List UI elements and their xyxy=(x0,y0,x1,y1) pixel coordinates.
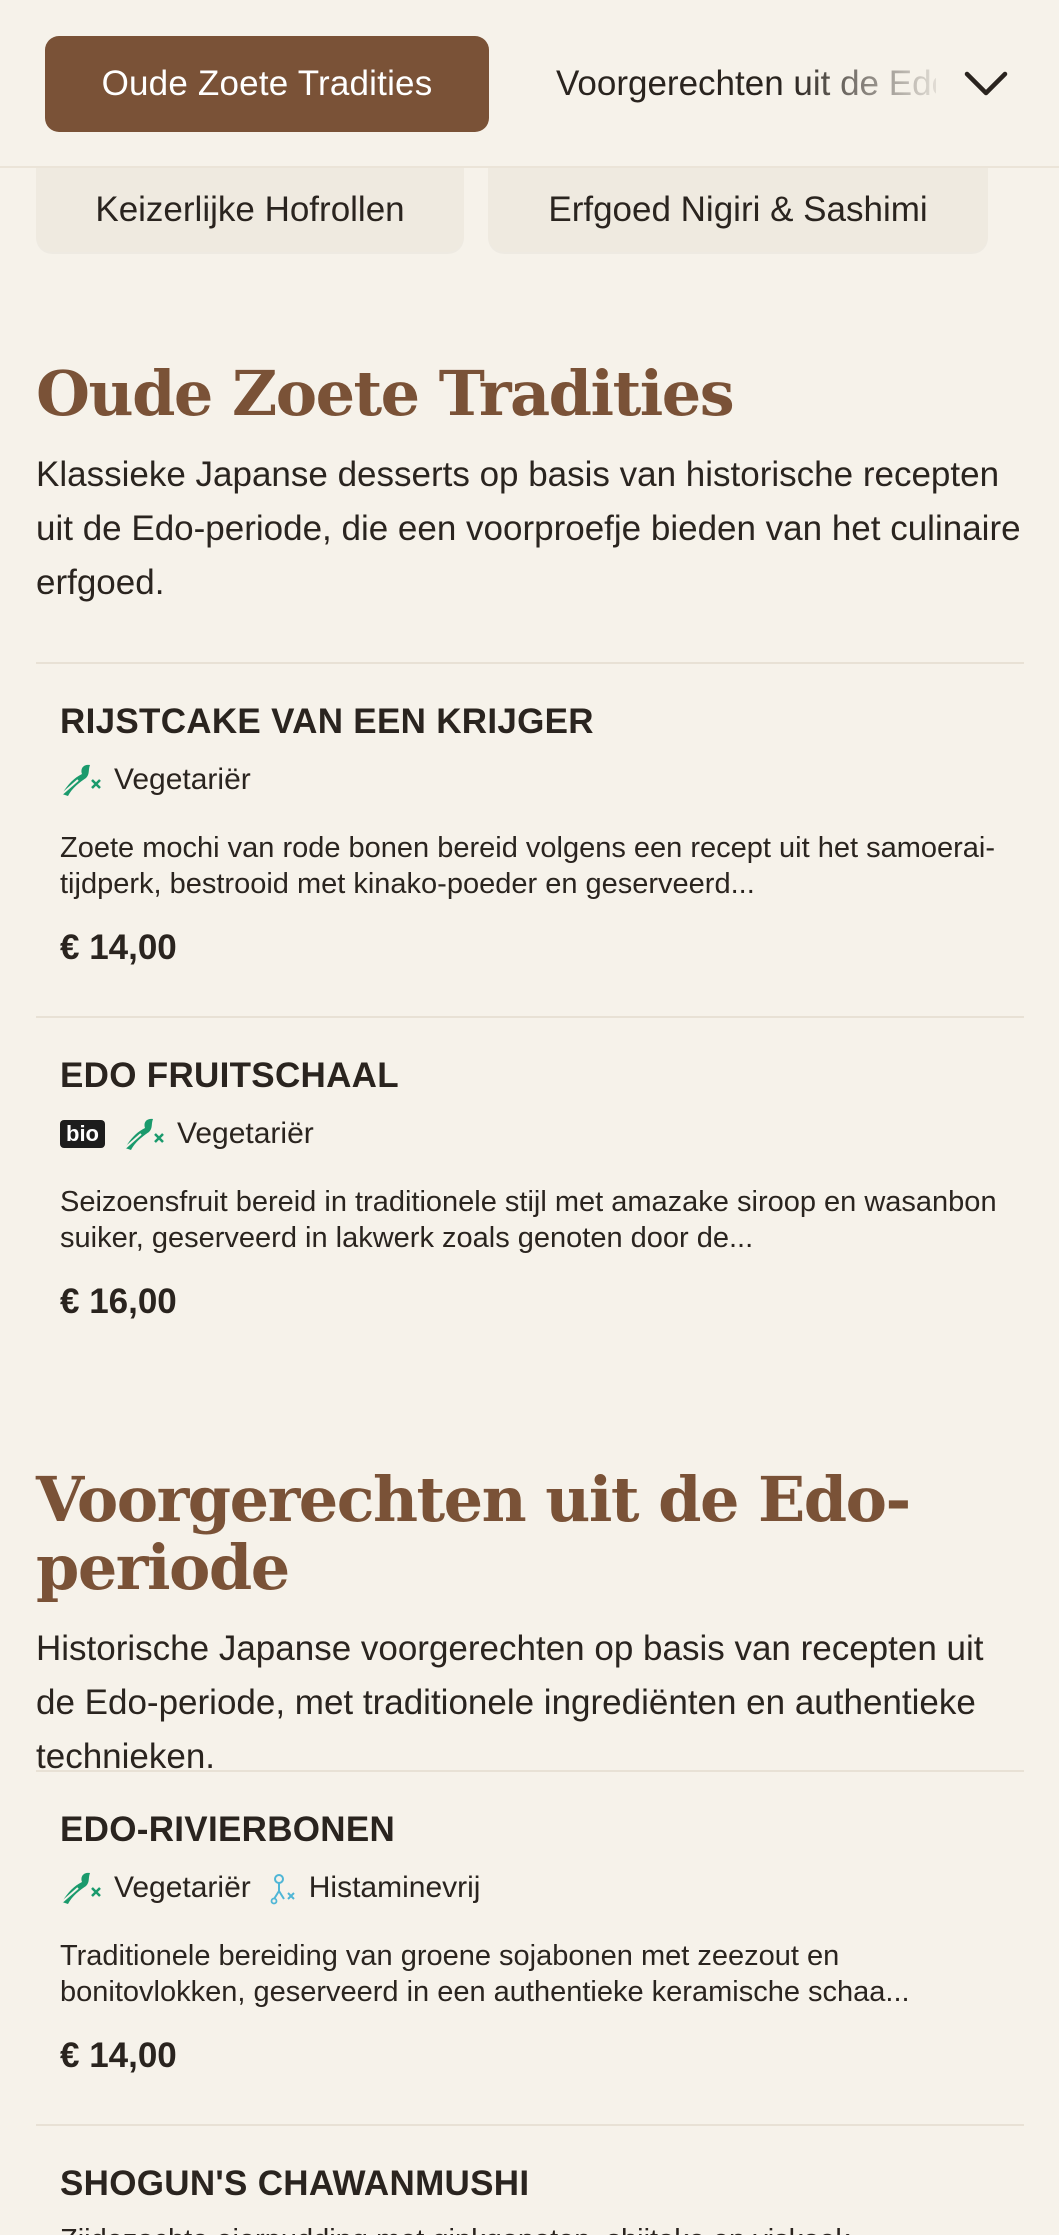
category-chip-hofrollen[interactable]: Keizerlijke Hofrollen xyxy=(36,168,464,252)
tag-vegetarian: Vegetariër xyxy=(60,1870,251,1906)
vegetarian-icon xyxy=(61,764,101,796)
item-tags: bio Vegetariër xyxy=(60,1114,1024,1154)
item-name: EDO-RIVIERBONEN xyxy=(60,1810,396,1849)
section-header: Voorgerechten uit de Edo-periode Histori… xyxy=(36,1463,1024,1784)
bio-badge: bio xyxy=(60,1120,105,1148)
section-description: Historische Japanse voorgerechten op bas… xyxy=(36,1629,984,1777)
item-price: € 14,00 xyxy=(60,928,177,967)
item-tags: Vegetariër Histaminevrij xyxy=(60,1868,1024,1908)
item-price: € 14,00 xyxy=(60,2036,177,2075)
category-tab-active[interactable]: Oude Zoete Tradities xyxy=(45,36,489,132)
section-header: Oude Zoete Tradities Klassieke Japanse d… xyxy=(36,357,1024,610)
section-title: Oude Zoete Tradities xyxy=(36,357,735,430)
section-description: Klassieke Japanse desserts op basis van … xyxy=(36,455,1021,603)
item-price: € 16,00 xyxy=(60,1282,177,1321)
item-name: SHOGUN'S CHAWANMUSHI xyxy=(60,2164,530,2203)
tag-histamine-free: Histaminevrij xyxy=(269,1871,481,1905)
menu-item[interactable]: SHOGUN'S CHAWANMUSHI Zijdezachte eierpud… xyxy=(36,2124,1024,2235)
item-description: Seizoensfruit bereid in traditionele sti… xyxy=(60,1186,997,1254)
item-description: Zoete mochi van rode bonen bereid volgen… xyxy=(60,832,996,900)
histamine-free-icon xyxy=(270,1874,295,1905)
vegetarian-icon xyxy=(61,1872,101,1904)
vegetarian-icon xyxy=(124,1118,164,1150)
tag-vegetarian: Vegetariër xyxy=(60,762,251,798)
item-name: EDO FRUITSCHAAL xyxy=(60,1056,399,1095)
category-nav: Oude Zoete Tradities Voorgerechten uit d… xyxy=(0,0,1059,168)
menu-item[interactable]: EDO FRUITSCHAAL bio Vegetariër Seizoensf… xyxy=(36,1016,1024,1356)
tag-label: Vegetariër xyxy=(114,1871,251,1904)
menu-item[interactable]: RIJSTCAKE VAN EEN KRIJGER Vegetariër Zoe… xyxy=(36,662,1024,1018)
section-title: Voorgerechten uit de Edo-periode xyxy=(36,1463,911,1605)
menu-item[interactable]: EDO-RIVIERBONEN Vegetariër Histaminevrij… xyxy=(36,1770,1024,2126)
tag-label: Vegetariër xyxy=(114,763,251,796)
chevron-down-icon[interactable] xyxy=(958,58,1014,110)
tag-label: Histaminevrij xyxy=(308,1871,481,1904)
category-tab-next[interactable]: Voorgerechten uit de Edo-periode xyxy=(556,36,936,132)
tag-label: Vegetariër xyxy=(177,1117,314,1150)
item-name: RIJSTCAKE VAN EEN KRIJGER xyxy=(60,702,594,741)
item-tags: Vegetariër xyxy=(60,760,1024,800)
tag-vegetarian: Vegetariër xyxy=(123,1116,314,1152)
category-dropdown-list: Keizerlijke Hofrollen Erfgoed Nigiri & S… xyxy=(0,168,1059,258)
item-description: Zijdezachte eierpudding met ginkgonoten,… xyxy=(60,2222,1020,2235)
category-chip-nigiri[interactable]: Erfgoed Nigiri & Sashimi xyxy=(488,168,988,252)
item-description: Traditionele bereiding van groene sojabo… xyxy=(60,1940,910,2008)
